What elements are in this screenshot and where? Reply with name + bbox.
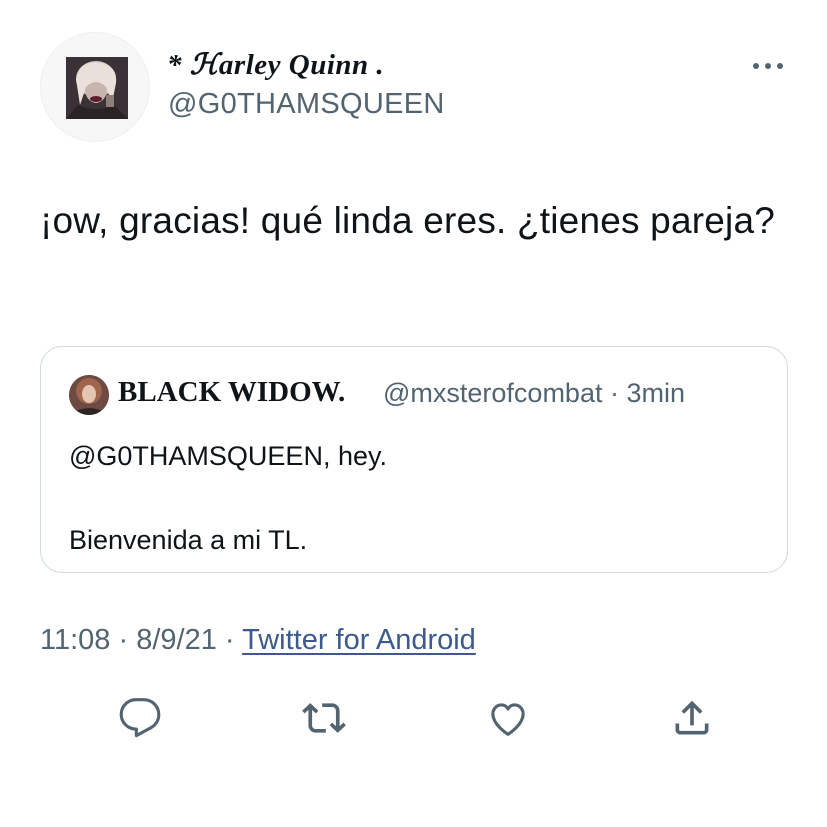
meta-separator: · (216, 624, 243, 656)
quoted-author-avatar (69, 375, 109, 415)
author-display-name[interactable]: * ℋarley Quinn . (167, 47, 384, 82)
reply-button[interactable] (116, 694, 164, 742)
tweet-source-link[interactable]: Twitter for Android (242, 624, 476, 656)
author-avatar[interactable] (40, 32, 150, 142)
share-button[interactable] (668, 694, 716, 742)
quoted-author-meta: @mxsterofcombat · 3min (383, 378, 685, 408)
quoted-tweet-line: @G0THAMSQUEEN, hey. (69, 441, 387, 471)
author-avatar-image (66, 57, 128, 119)
quoted-tweet-card[interactable]: BLACK WIDOW. @mxsterofcombat · 3min @G0T… (40, 346, 788, 573)
like-button[interactable] (484, 694, 532, 742)
reply-icon (119, 698, 161, 738)
quoted-tweet-body: @G0THAMSQUEEN, hey. Bienvenida a mi TL. (69, 435, 769, 561)
share-icon (675, 700, 709, 735)
tweet-time: 11:08 (40, 624, 111, 656)
meta-separator: · (110, 624, 137, 656)
tweet-date: 8/9/21 (136, 624, 217, 656)
quoted-author-name: BLACK WIDOW. (118, 376, 346, 408)
tweet-text: ¡ow, gracias! qué linda eres. ¿tienes pa… (40, 200, 776, 241)
more-options-icon[interactable] (748, 54, 788, 78)
quoted-tweet-line: Bienvenida a mi TL. (69, 525, 308, 555)
tweet-action-bar (0, 694, 827, 742)
author-handle[interactable]: @G0THAMSQUEEN (168, 88, 445, 121)
tweet-metadata: 11:08 · 8/9/21 · Twitter for Android (40, 624, 476, 657)
retweet-icon (302, 703, 346, 733)
like-icon (491, 703, 525, 736)
retweet-button[interactable] (300, 694, 348, 742)
